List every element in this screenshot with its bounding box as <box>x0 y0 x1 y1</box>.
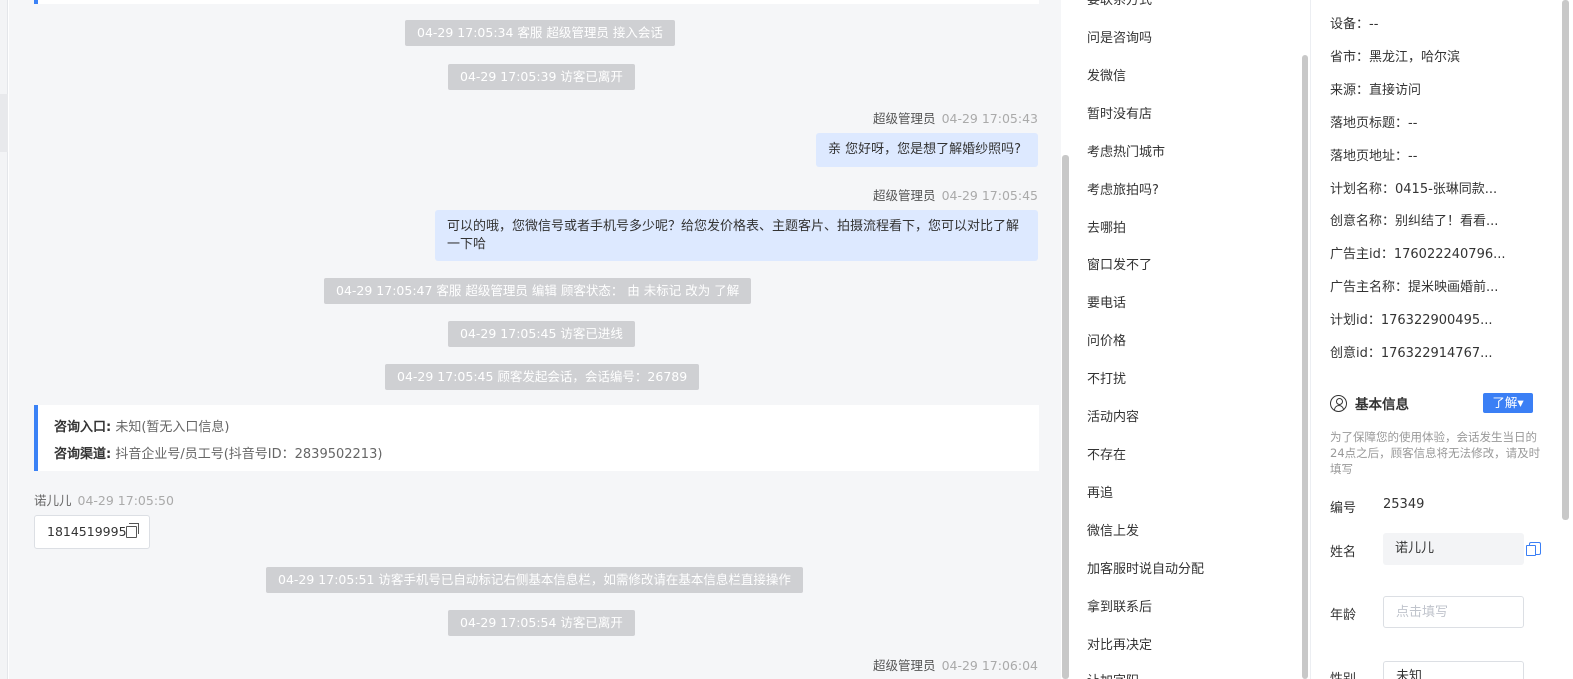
quick-reply-item[interactable]: 活动内容 <box>1087 406 1139 425</box>
caret-down-icon: ▾ <box>1517 395 1524 410</box>
edit-icon[interactable] <box>1526 542 1541 556</box>
system-message: 04-29 17:05:54 访客已离开 <box>448 610 635 636</box>
visitor-phone: 18145199952 <box>47 524 135 539</box>
consult-channel-value: 抖音企业号/员工号(抖音号ID：2839502213) <box>115 447 383 462</box>
consult-channel-label: 咨询渠道: <box>54 447 112 462</box>
info-device: 设备：-- <box>1330 17 1379 32</box>
quick-reply-scrollbar[interactable] <box>1302 55 1308 679</box>
info-source: 来源：直接访问 <box>1330 83 1422 98</box>
consult-entry-row: 咨询入口: 未知(暂无入口信息) <box>54 414 1023 441</box>
quick-reply-item[interactable]: 对比再决定 <box>1087 634 1152 653</box>
consult-entry-value: 未知(暂无入口信息) <box>115 420 230 435</box>
info-advertiser-name: 广告主名称：提米映画婚前... <box>1330 280 1499 295</box>
quick-reply-item[interactable]: 发微信 <box>1087 65 1126 84</box>
gender-select[interactable]: 未知 <box>1383 661 1524 679</box>
message-time: 04-29 17:05:50 <box>77 493 174 508</box>
id-value: 25349 <box>1383 497 1425 512</box>
info-creative-id: 创意id：176322914767... <box>1330 346 1493 361</box>
name-field[interactable]: 诺儿儿 <box>1383 533 1524 565</box>
quick-reply-item[interactable]: 要电话 <box>1087 292 1126 311</box>
quick-reply-item[interactable]: 考虑旅拍吗? <box>1087 179 1159 198</box>
quick-reply-item[interactable]: 加客服时说自动分配 <box>1087 558 1204 577</box>
left-edge-strip <box>0 0 8 679</box>
user-circle-icon <box>1330 394 1347 412</box>
info-card-edge <box>34 0 1039 4</box>
consult-entry-label: 咨询入口: <box>54 420 112 435</box>
consult-channel-row: 咨询渠道: 抖音企业号/员工号(抖音号ID：2839502213) <box>54 441 1023 468</box>
quick-reply-item[interactable]: 考虑热门城市 <box>1087 141 1165 160</box>
status-label: 了解 <box>1492 395 1518 410</box>
copy-icon[interactable] <box>126 523 139 538</box>
quick-reply-item[interactable]: 问是咨询吗 <box>1087 27 1152 46</box>
agent-message-bubble: 亲 您好呀，您是想了解婚纱照吗? <box>816 133 1038 167</box>
basic-info-label: 基本信息 <box>1355 397 1409 413</box>
info-advertiser-id: 广告主id：176022240796... <box>1330 247 1506 262</box>
system-message: 04-29 17:05:45 访客已进线 <box>448 321 635 347</box>
quick-reply-item[interactable]: 暂时没有店 <box>1087 103 1152 122</box>
info-creative-name: 创意名称：别纠结了！看看... <box>1330 214 1499 229</box>
quick-reply-item[interactable]: 不存在 <box>1087 444 1126 463</box>
message-time: 04-29 17:05:45 <box>941 188 1038 203</box>
customer-info-panel: 设备：-- 省市：黑龙江，哈尔滨 来源：直接访问 落地页标题：-- 落地页地址：… <box>1310 0 1562 679</box>
basic-info-title: 基本信息 <box>1330 393 1409 413</box>
system-message: 04-29 17:05:34 客服 超级管理员 接入会话 <box>405 20 675 46</box>
panel-scrollbar[interactable] <box>1562 0 1569 520</box>
quick-reply-item[interactable]: 不打扰 <box>1087 368 1126 387</box>
info-plan-name: 计划名称：0415-张琳同款... <box>1330 182 1498 197</box>
info-landing-title: 落地页标题：-- <box>1330 116 1418 131</box>
visitor-phone-message: 18145199952 <box>34 515 150 549</box>
info-province-city: 省市：黑龙江，哈尔滨 <box>1330 50 1461 65</box>
sender-name: 超级管理员 <box>873 188 936 203</box>
quick-reply-item[interactable]: 问价格 <box>1087 330 1126 349</box>
visitor-message-meta: 诺儿儿 04-29 17:05:50 <box>34 490 174 509</box>
info-plan-id: 计划id：176322900495... <box>1330 313 1493 328</box>
visitor-name: 诺儿儿 <box>34 493 72 508</box>
id-label: 编号 <box>1330 501 1357 516</box>
quick-reply-list: 要联系方式 问是咨询吗 发微信 暂时没有店 考虑热门城市 考虑旅拍吗? 去哪拍 … <box>1072 0 1302 679</box>
chat-scrollbar[interactable] <box>1062 155 1069 679</box>
message-time: 04-29 17:06:04 <box>941 658 1038 673</box>
sender-name: 超级管理员 <box>873 111 936 126</box>
system-message: 04-29 17:05:51 访客手机号已自动标记右侧基本信息栏，如需修改请在基… <box>266 567 803 593</box>
message-meta: 超级管理员 04-29 17:05:45 <box>873 185 1038 204</box>
edit-deadline-note: 为了保障您的使用体验，会话发生当日的24点之后，顾客信息将无法修改，请及时填写 <box>1330 430 1541 476</box>
quick-reply-item[interactable]: 去哪拍 <box>1087 217 1126 236</box>
quick-reply-item[interactable]: 让加字阳 <box>1087 670 1139 679</box>
gender-label: 性别 <box>1330 668 1356 679</box>
sender-name: 超级管理员 <box>873 658 936 673</box>
system-message: 04-29 17:05:45 顾客发起会话，会话编号：26789 <box>385 364 700 390</box>
message-meta: 超级管理员 04-29 17:06:04 <box>873 655 1038 674</box>
quick-reply-item[interactable]: 再追 <box>1087 482 1113 501</box>
quick-reply-item[interactable]: 拿到联系后 <box>1087 596 1152 615</box>
customer-status-dropdown[interactable]: 了解▾ <box>1483 393 1533 413</box>
system-message: 04-29 17:05:39 访客已离开 <box>448 64 635 90</box>
system-message: 04-29 17:05:47 客服 超级管理员 编辑 顾客状态： 由 未标记 改… <box>324 278 752 304</box>
name-label: 姓名 <box>1330 545 1357 560</box>
quick-reply-item[interactable]: 要联系方式 <box>1087 0 1152 8</box>
app-root: 04-29 17:05:34 客服 超级管理员 接入会话 04-29 17:05… <box>0 0 1573 679</box>
message-meta: 超级管理员 04-29 17:05:43 <box>873 108 1038 127</box>
message-time: 04-29 17:05:43 <box>941 111 1038 126</box>
quick-reply-item[interactable]: 窗口发不了 <box>1087 254 1152 273</box>
age-input[interactable] <box>1383 596 1524 628</box>
consult-source-card: 咨询入口: 未知(暂无入口信息) 咨询渠道: 抖音企业号/员工号(抖音号ID：2… <box>34 405 1039 471</box>
age-label: 年龄 <box>1330 608 1357 623</box>
left-collapse-handle[interactable] <box>0 94 8 152</box>
info-landing-url: 落地页地址：-- <box>1330 149 1418 164</box>
chat-area: 04-29 17:05:34 客服 超级管理员 接入会话 04-29 17:05… <box>9 0 1061 679</box>
quick-reply-item[interactable]: 微信上发 <box>1087 520 1139 539</box>
agent-message-bubble: 可以的哦，您微信号或者手机号多少呢？给您发价格表、主题客片、拍摄流程看下，您可以… <box>435 210 1038 261</box>
